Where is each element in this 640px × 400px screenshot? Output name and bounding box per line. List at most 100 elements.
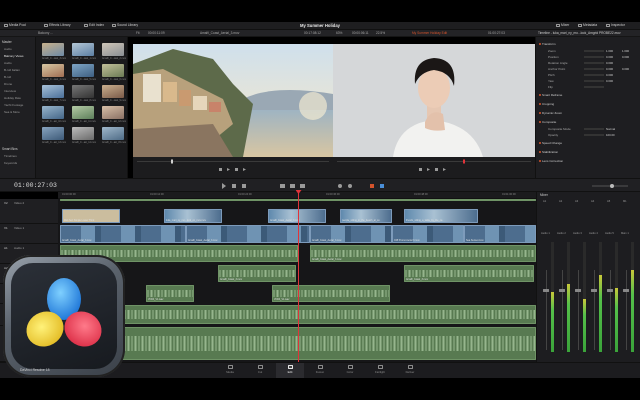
- page-tab-media[interactable]: Media: [220, 365, 240, 374]
- inspector-section-composite[interactable]: Composite: [539, 120, 556, 124]
- audio-clip[interactable]: VO04_V1.wav: [272, 285, 390, 302]
- fader-track[interactable]: [610, 270, 611, 350]
- media-thumbnail[interactable]: [72, 43, 94, 56]
- param-value-field-2[interactable]: 0.000: [622, 67, 629, 71]
- media-thumbnail[interactable]: [102, 43, 124, 56]
- media-thumbnail[interactable]: [42, 64, 64, 77]
- fader-track[interactable]: [626, 270, 627, 350]
- media-thumbnail[interactable]: [42, 85, 64, 98]
- timeline-viewer[interactable]: [333, 44, 535, 157]
- media-thumbnail[interactable]: [42, 127, 64, 140]
- bin-item-selected[interactable]: Balcony Views: [4, 54, 23, 58]
- media-thumbnail[interactable]: [72, 64, 94, 77]
- viewer-zoom[interactable]: 63%: [336, 31, 342, 35]
- fader-knob[interactable]: [559, 289, 565, 292]
- inspector-section-smart-reframe[interactable]: Smart Reframe: [539, 93, 562, 97]
- record-zoom[interactable]: 22.5%: [376, 31, 385, 35]
- playhead[interactable]: [298, 192, 299, 362]
- param-value-field[interactable]: 0.000: [606, 55, 613, 59]
- media-thumbnail[interactable]: [42, 106, 64, 119]
- video-clip[interactable]: Sea Sunset.mov: [464, 225, 536, 243]
- zoom-slider[interactable]: [590, 183, 630, 189]
- section-enable-icon[interactable]: [539, 151, 541, 153]
- page-tab-deliver[interactable]: Deliver: [400, 365, 420, 374]
- param-slider[interactable]: [584, 134, 604, 136]
- bin-item[interactable]: Yacht Footage: [4, 103, 23, 107]
- bin-name[interactable]: Balcony ...: [38, 31, 53, 35]
- timeline-name[interactable]: My Summer Holiday Edit: [412, 31, 447, 35]
- param-slider[interactable]: [584, 128, 604, 130]
- media-thumbnail[interactable]: [72, 85, 94, 98]
- inspector-section-speed-change[interactable]: Speed Change: [539, 141, 562, 145]
- bin-item[interactable]: Drone: [4, 82, 12, 86]
- video-clip[interactable]: Amalfi_Coast_Aerial_3.mov: [186, 225, 310, 243]
- param-slider[interactable]: [584, 68, 604, 70]
- mixer-toggle-button[interactable]: Mixer: [556, 23, 569, 27]
- media-thumbnail[interactable]: [102, 64, 124, 77]
- source-scrubber[interactable]: [133, 157, 333, 178]
- media-thumbnail[interactable]: [102, 85, 124, 98]
- inspector-section-lens-correction[interactable]: Lens Correction: [539, 159, 563, 163]
- param-value-field[interactable]: Normal: [606, 127, 615, 131]
- inspector-section-cropping[interactable]: Cropping: [539, 102, 554, 106]
- section-enable-icon[interactable]: [539, 121, 541, 123]
- timeline-scrubber[interactable]: [333, 157, 535, 178]
- media-thumbnail[interactable]: [72, 106, 94, 119]
- audio-clip[interactable]: Amalfi_Coast_Aerial_3.mov: [310, 245, 536, 262]
- zoom-fit[interactable]: Fit: [136, 31, 140, 35]
- master-bin[interactable]: Master: [2, 40, 12, 44]
- audio-clip[interactable]: Amalfi_Coast_3.mov: [404, 265, 534, 282]
- fader-knob[interactable]: [591, 289, 597, 292]
- fader-track[interactable]: [546, 270, 547, 350]
- bin-item[interactable]: Sea & More: [4, 110, 20, 114]
- bin-item[interactable]: B-roll Italian: [4, 68, 20, 72]
- param-slider[interactable]: [584, 62, 604, 64]
- video-clip[interactable]: Cliff Promo Aerial 3.mov: [392, 225, 464, 243]
- section-enable-icon[interactable]: [539, 94, 541, 96]
- page-tab-fairlight[interactable]: Fairlight: [370, 365, 390, 374]
- param-slider[interactable]: [584, 50, 604, 52]
- smart-bin-item[interactable]: Keywords: [4, 161, 17, 165]
- section-enable-icon[interactable]: [539, 160, 541, 162]
- param-value-field-2[interactable]: 0.000: [622, 55, 629, 59]
- inspector-section-dynamic-zoom[interactable]: Dynamic Zoom: [539, 111, 562, 115]
- bin-item[interactable]: Audio: [4, 47, 12, 51]
- edit-tools[interactable]: [220, 182, 420, 190]
- inspector-section-stabilization[interactable]: Stabilization: [539, 150, 558, 154]
- page-tab-cut[interactable]: Cut: [250, 365, 270, 374]
- page-tab-color[interactable]: Color: [340, 365, 360, 374]
- metadata-button[interactable]: Metadata: [578, 23, 597, 27]
- inspector-button[interactable]: Inspector: [606, 23, 625, 27]
- param-value-field[interactable]: 0.000: [606, 67, 613, 71]
- param-value-field[interactable]: 0.000: [606, 79, 613, 83]
- fader-track[interactable]: [594, 270, 595, 350]
- section-enable-icon[interactable]: [539, 112, 541, 114]
- param-value-field[interactable]: 100.00: [606, 133, 615, 137]
- fader-knob[interactable]: [575, 289, 581, 292]
- fader-track[interactable]: [562, 270, 563, 350]
- param-value-field[interactable]: 1.000: [606, 49, 613, 53]
- param-value-field-2[interactable]: 1.000: [622, 49, 629, 53]
- param-slider[interactable]: [584, 74, 604, 76]
- media-thumbnail[interactable]: [102, 106, 124, 119]
- video-clip[interactable]: friends_sitting_a_table_by_the_ca: [404, 209, 478, 223]
- bin-item[interactable]: Audio: [4, 61, 12, 65]
- video-clip[interactable]: Amalfi_Coast_Aerial_3.mov: [60, 225, 186, 243]
- media-thumbnail[interactable]: [42, 43, 64, 56]
- video-clip[interactable]: people_sitting_in_the_beach_at_su: [340, 209, 392, 223]
- page-tab-edit[interactable]: Edit: [280, 365, 300, 374]
- audio-clip[interactable]: VO04_V1.wav: [146, 285, 194, 302]
- param-value-field[interactable]: 0.000: [606, 73, 613, 77]
- section-enable-icon[interactable]: [539, 43, 541, 45]
- param-value-field[interactable]: 0.000: [606, 61, 613, 65]
- fader-knob[interactable]: [623, 289, 629, 292]
- section-enable-icon[interactable]: [539, 142, 541, 144]
- timeline-ruler[interactable]: 01:00:00:00 01:00:12:00 01:00:24:00 01:00:3…: [58, 192, 536, 199]
- param-slider[interactable]: [584, 56, 604, 58]
- timeline-timecode[interactable]: 01:00:27:03: [14, 182, 57, 189]
- video-clip[interactable]: Amalfi_Coast_Aerial_3.mov: [310, 225, 392, 243]
- param-slider[interactable]: [584, 86, 604, 88]
- video-clip[interactable]: Mid-Text Simple Lower Third: [62, 209, 120, 223]
- track-header-v2[interactable]: V2 Video 2: [0, 199, 58, 224]
- page-tab-fusion[interactable]: Fusion: [310, 365, 330, 374]
